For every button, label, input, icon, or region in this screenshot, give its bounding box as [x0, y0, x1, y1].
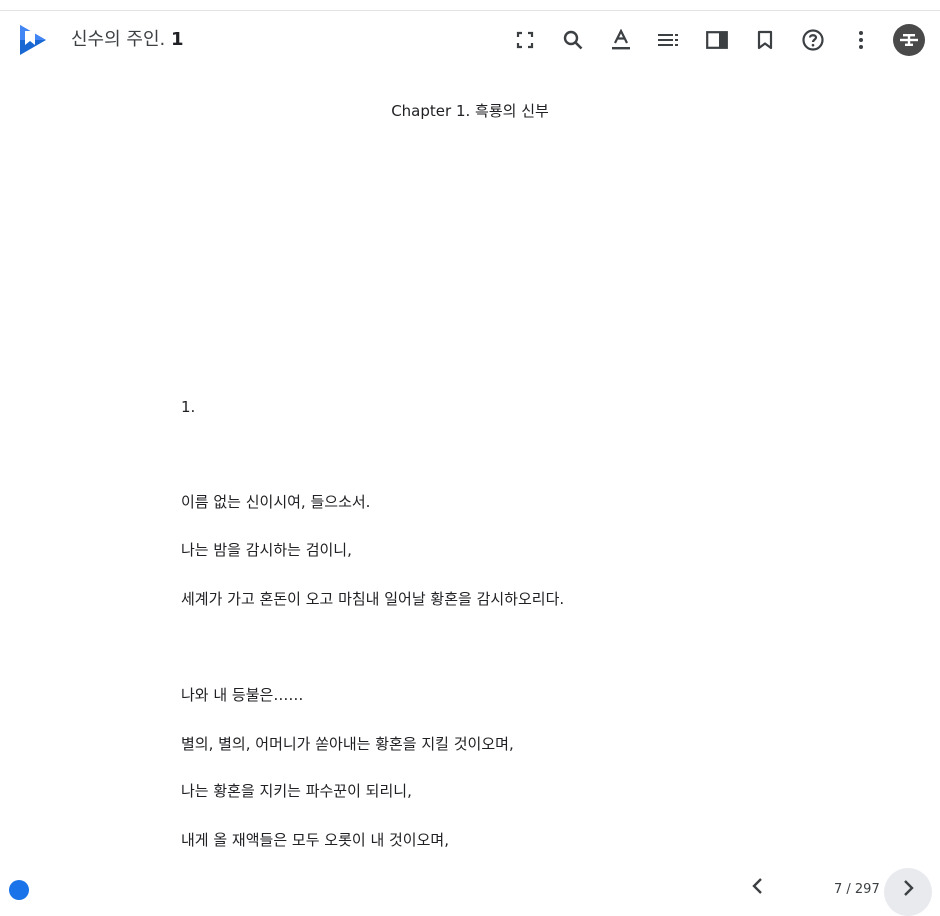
app-header: 신수의 주인. 1: [0, 11, 940, 69]
bookmark-icon: [757, 30, 773, 50]
next-page-button[interactable]: [884, 868, 932, 916]
more-options-button[interactable]: [846, 25, 876, 55]
help-button[interactable]: [798, 25, 828, 55]
help-icon: [802, 29, 824, 51]
paragraph: 내게 올 재액들은 모두 오롯이 내 것이오며,: [181, 831, 449, 849]
text-format-icon: [612, 29, 630, 50]
book-title-main: 신수의 주인.: [71, 29, 166, 50]
progress-slider-handle[interactable]: [9, 880, 29, 900]
more-vert-icon: [859, 31, 863, 49]
book-title: 신수의 주인. 1: [71, 28, 184, 52]
search-button[interactable]: [558, 25, 588, 55]
chapter-title: Chapter 1. 흑룡의 신부: [391, 102, 549, 120]
contents-icon: [658, 34, 678, 46]
search-icon: [563, 30, 583, 50]
account-avatar[interactable]: [893, 24, 925, 56]
chevron-right-icon: [904, 880, 914, 896]
bookmark-button[interactable]: [750, 25, 780, 55]
contents-button[interactable]: [654, 25, 684, 55]
paragraph: 나와 내 등불은……: [181, 686, 304, 704]
paragraph: 나는 밤을 감시하는 검이니,: [181, 541, 352, 559]
fullscreen-icon: [516, 31, 534, 49]
side-panel-button[interactable]: [702, 25, 732, 55]
paragraph: 별의, 별의, 어머니가 쏟아내는 황혼을 지킬 것이오며,: [181, 735, 514, 753]
fullscreen-button[interactable]: [510, 25, 540, 55]
paragraph: 세계가 가고 혼돈이 오고 마침내 일어날 황혼을 감시하오리다.: [181, 590, 565, 608]
paragraph: 이름 없는 신이시여, 들으소서.: [181, 493, 371, 511]
avatar-icon: [900, 34, 918, 46]
paragraph: 나는 황혼을 지키는 파수꾼이 되리니,: [181, 782, 412, 800]
previous-page-button[interactable]: [748, 876, 768, 896]
page-indicator: 7 / 297: [834, 882, 880, 897]
side-panel-icon: [706, 31, 728, 49]
chevron-left-icon: [752, 878, 762, 894]
text-format-button[interactable]: [606, 25, 636, 55]
book-title-volume: 1: [170, 29, 184, 50]
play-books-logo-icon[interactable]: [16, 23, 50, 57]
paragraph: 1.: [181, 398, 196, 416]
